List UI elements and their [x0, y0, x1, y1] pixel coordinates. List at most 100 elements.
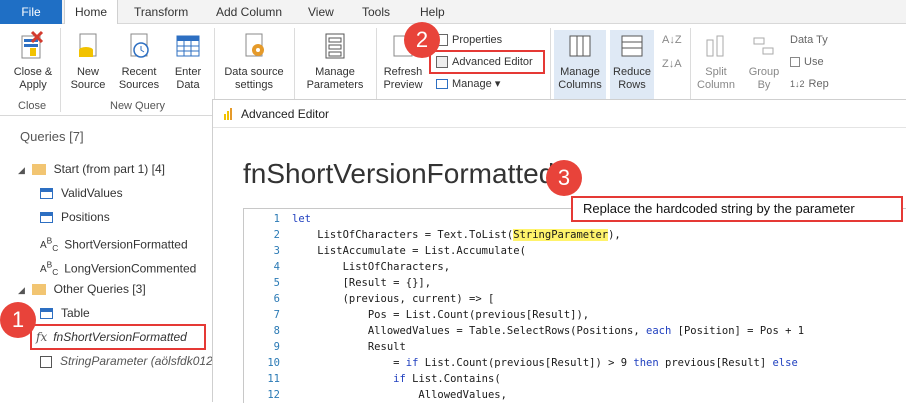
table-icon: [176, 35, 200, 57]
highlighted-parameter: StringParameter: [513, 229, 609, 241]
sort-ascending-icon[interactable]: A↓Z: [662, 32, 682, 48]
menu-file[interactable]: File: [0, 0, 62, 24]
step-badge-2: 2: [404, 22, 440, 58]
close-apply-button[interactable]: Close & Apply: [10, 30, 56, 92]
line-text: [Result = {}],: [292, 277, 432, 289]
query-label: Positions: [61, 210, 110, 224]
menu-bar: File Home Transform Add Column View Tool…: [0, 0, 906, 25]
query-label: Table: [61, 306, 90, 320]
table-icon: [40, 212, 53, 224]
group-label-new-query: New Query: [110, 100, 166, 112]
recent-sources-button[interactable]: Recent Sources: [114, 30, 164, 92]
menu-help[interactable]: Help: [410, 0, 455, 24]
line-number: 12: [267, 389, 280, 401]
line-number: 11: [267, 373, 280, 385]
expand-arrow-icon: ◢: [18, 165, 25, 175]
recent-sources-label: Recent Sources: [118, 66, 160, 91]
data-source-settings-button[interactable]: Data source settings: [220, 30, 288, 92]
line-number: 7: [273, 309, 280, 321]
group-by-icon: [753, 37, 774, 55]
split-column-label: Split Column: [697, 66, 735, 91]
query-label: LongVersionCommented: [64, 261, 197, 276]
manage-parameters-button[interactable]: Manage Parameters: [300, 30, 370, 92]
line-text: let: [292, 213, 311, 225]
recent-sources-icon: [130, 33, 149, 58]
table-icon: [40, 308, 53, 320]
data-source-settings-icon: [245, 33, 264, 57]
new-source-button[interactable]: New Source: [66, 30, 110, 92]
data-type-button[interactable]: Data Ty: [790, 32, 828, 48]
properties-label: Properties: [452, 34, 503, 46]
line-number: 5: [273, 277, 280, 289]
ribbon-separator: [60, 28, 61, 112]
query-item-positions[interactable]: Positions: [40, 207, 110, 227]
rows-icon: [621, 35, 643, 57]
enter-data-button[interactable]: Enter Data: [168, 30, 208, 92]
line-text: = if List.Count(previous[Result]) > 9 th…: [292, 357, 798, 369]
use-label: Use: [804, 56, 824, 68]
line-text-part: ListOfCharacters = Text.ToList(: [292, 229, 514, 241]
folder-icon: [32, 164, 47, 176]
query-label: ShortVersionFormatted: [64, 237, 188, 252]
line-number: 4: [273, 261, 280, 273]
editor-window-title: Advanced Editor: [241, 107, 330, 121]
reduce-rows-button[interactable]: Reduce Rows: [610, 30, 654, 100]
line-text: Result: [292, 341, 406, 353]
sort-descending-icon[interactable]: Z↓A: [662, 56, 682, 72]
manage-columns-button[interactable]: Manage Columns: [554, 30, 606, 100]
text-type-icon: ABC: [40, 260, 59, 278]
menu-add-column[interactable]: Add Column: [206, 0, 292, 24]
line-text: Pos = List.Count(previous[Result]),: [292, 309, 590, 321]
parameter-icon: [40, 355, 52, 368]
enter-data-label: Enter Data: [174, 66, 202, 91]
queries-header: Queries [7]: [20, 129, 84, 144]
query-item-validvalues[interactable]: ValidValues: [40, 183, 123, 203]
menu-home[interactable]: Home: [64, 0, 119, 25]
line-number: 2: [273, 229, 280, 241]
line-number: 9: [273, 341, 280, 353]
line-number: 3: [273, 245, 280, 257]
manage-button[interactable]: Manage ▾: [436, 76, 500, 92]
line-number: 8: [273, 325, 280, 337]
function-highlight: [30, 324, 206, 350]
query-item-longversioncommented[interactable]: ABC LongVersionCommented: [40, 255, 197, 278]
query-label: StringParameter (aölsfdk012: [60, 354, 213, 368]
manage-parameters-label: Manage Parameters: [306, 66, 364, 91]
query-item-shortversionformatted[interactable]: ABC ShortVersionFormatted: [40, 231, 188, 253]
replace-values-button[interactable]: 1↓2 Rep: [790, 76, 829, 92]
split-column-button[interactable]: Split Column: [694, 30, 738, 92]
use-first-row-button[interactable]: Use: [790, 54, 824, 70]
query-item-stringparameter[interactable]: StringParameter (aölsfdk012: [40, 351, 213, 371]
step-badge-3: 3: [546, 160, 582, 196]
editor-function-name: fnShortVersionFormatted: [243, 158, 555, 189]
line-text-part: ),: [608, 229, 621, 241]
advanced-editor-highlight: [429, 50, 545, 74]
group-by-button[interactable]: Group By: [744, 30, 784, 92]
expand-arrow-icon: ◢: [18, 285, 25, 295]
line-text: ListAccumulate = List.Accumulate(: [292, 245, 526, 257]
properties-button[interactable]: Properties: [436, 32, 502, 48]
query-item-table[interactable]: Table: [40, 303, 90, 323]
step-badge-1: 1: [0, 302, 36, 338]
query-group-label: Start (from part 1) [4]: [53, 162, 165, 176]
query-group-start[interactable]: ◢ Start (from part 1) [4]: [18, 159, 165, 179]
line-number: 10: [267, 357, 280, 369]
replace-label: Rep: [808, 78, 829, 90]
line-text: AllowedValues,: [292, 389, 507, 401]
group-label-close: Close: [18, 100, 47, 112]
line-text: AllowedValues = Table.SelectRows(Positio…: [292, 325, 805, 337]
line-text: (previous, current) => [: [292, 293, 495, 305]
new-source-icon: [79, 33, 97, 57]
line-text: if List.Contains(: [393, 373, 501, 385]
code-editor[interactable]: 1 let 2 ListOfCharacters = Text.ToList(St…: [243, 208, 906, 403]
menu-transform[interactable]: Transform: [124, 0, 198, 24]
query-group-other[interactable]: ◢ Other Queries [3]: [18, 279, 146, 299]
line-text: ListOfCharacters = Text.ToList(StringPar…: [292, 227, 621, 243]
menu-tools[interactable]: Tools: [352, 0, 400, 24]
table-icon: [40, 188, 53, 200]
reduce-rows-label: Reduce Rows: [613, 66, 651, 91]
folder-icon: [32, 284, 47, 296]
menu-view[interactable]: View: [298, 0, 344, 24]
line-text: ListOfCharacters,: [292, 261, 451, 273]
editor-title-bar: Advanced Editor: [213, 100, 906, 128]
